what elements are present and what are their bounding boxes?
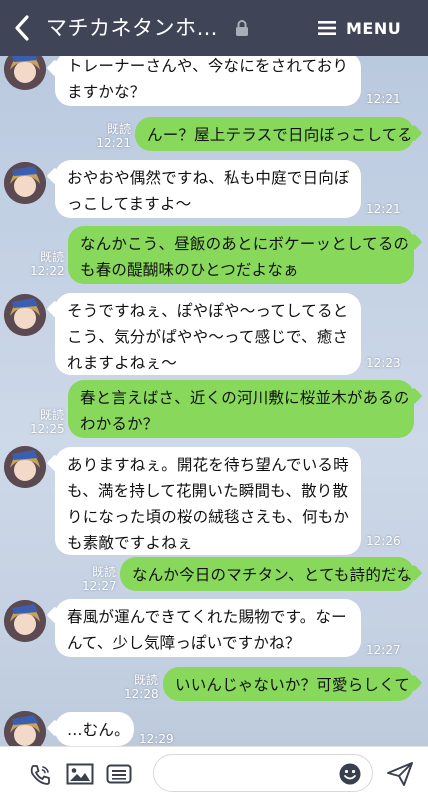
message-bubble[interactable]: そうですねぇ、ぽやぽや〜ってしてると こう、気分がぱやや〜って感じで、癒さ れま… [55,293,361,375]
emoji-icon[interactable] [338,762,362,786]
message-bubble[interactable]: ありますねぇ。開花を待ち望んでいる時 も、満を持して花開いた瞬間も、散り散 りに… [55,447,361,555]
avatar-image [4,162,46,204]
menu-label: MENU [346,18,402,38]
back-arrow-icon[interactable] [10,12,34,44]
message-time: 12:27 [366,643,401,657]
message-bubble[interactable]: なんか今日のマチタン、とても詩的だな [120,557,414,591]
message-time: 12:25 [30,422,65,436]
message-meta: 既読 12:28 [124,673,159,701]
phone-icon[interactable] [28,763,52,787]
avatar-image [4,711,46,746]
avatar[interactable] [4,162,46,204]
hamburger-icon [318,21,336,35]
message-time: 12:22 [30,264,65,278]
message-time: 12:28 [124,687,159,701]
lock-icon [236,20,248,36]
avatar-image [4,294,46,336]
message-meta: 既読 12:25 [30,408,65,436]
avatar-image [4,600,46,642]
message-bubble[interactable]: おやおや偶然ですね、私も中庭で日向ぼ っこしてますよ〜 [55,160,361,218]
message-bubble[interactable]: いいんじゃないか？可愛らしくて [163,667,414,701]
menu-button[interactable]: MENU [318,16,401,40]
read-receipt: 既読 [133,673,158,687]
avatar-image [4,446,46,488]
message-time: 12:21 [96,136,131,150]
message-time: 12:26 [366,534,401,548]
avatar-image [4,56,46,90]
avatar[interactable] [4,600,46,642]
message-time: 12:21 [366,92,401,106]
avatar[interactable] [4,711,46,746]
message-time: 12:27 [82,579,117,593]
message-meta: 既読 12:21 [93,122,131,150]
message-bubble[interactable]: 春風が運んできてくれた賜物です。なー んて、少し気障っぽいですかね？ [55,599,361,657]
send-icon[interactable] [386,761,414,787]
read-receipt: 既読 [39,408,64,422]
message-list[interactable]: トレーナーさんや、今なにをされており ますかな？ 12:21 既読 12:21 … [0,56,428,746]
avatar[interactable] [4,446,46,488]
message-meta: 既読 12:27 [82,565,117,593]
message-bubble[interactable]: んー？屋上テラスで日向ぼっこしてる [135,117,414,151]
read-receipt: 既読 [91,565,116,579]
avatar[interactable] [4,294,46,336]
message-time: 12:29 [139,732,174,746]
message-bubble[interactable]: なんかこう、昼飯のあとにボケーッとしてるの も春の醍醐味のひとつだよなぁ [68,226,414,284]
message-bubble[interactable]: トレーナーさんや、今なにをされており ますかな？ [55,56,361,106]
image-icon[interactable] [66,763,94,785]
message-bubble[interactable]: …むん。 [55,712,134,746]
read-receipt: 既読 [39,250,64,264]
avatar[interactable] [4,56,46,90]
chat-title[interactable]: マチカネタンホ… [46,13,224,43]
message-bubble[interactable]: 春と言えばさ、近くの河川敷に桜並木があるの わかるか？ [68,380,414,438]
message-meta: 既読 12:22 [30,250,65,278]
keyboard-menu-icon[interactable] [106,764,132,784]
read-receipt: 既読 [106,122,131,136]
chat-header: マチカネタンホ… MENU [0,0,428,56]
message-time: 12:23 [366,356,401,370]
message-time: 12:21 [366,202,401,216]
message-composer [0,746,428,800]
